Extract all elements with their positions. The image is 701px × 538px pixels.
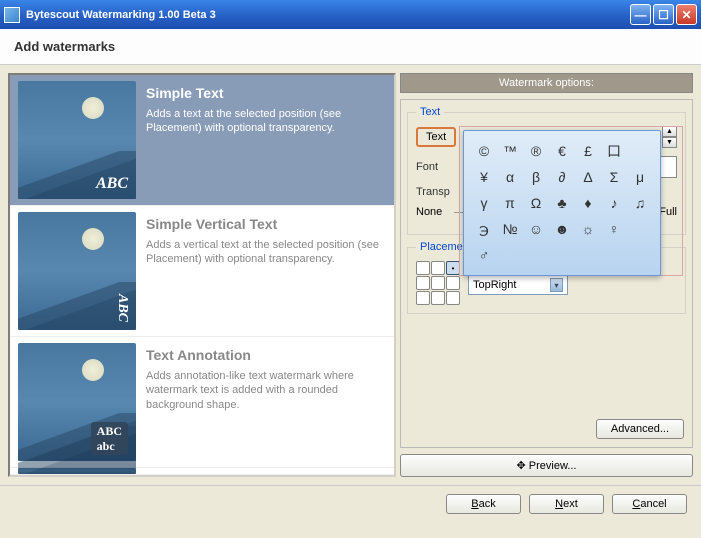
symbol-cell[interactable]: ♣	[550, 191, 574, 215]
symbol-cell[interactable]	[498, 243, 522, 267]
thumb-label: ABC	[96, 175, 128, 193]
transparency-none: None	[416, 206, 442, 218]
pg-mid-right[interactable]	[446, 276, 460, 290]
titlebar: Bytescout Watermarking 1.00 Beta 3 — ☐ ✕	[0, 0, 701, 29]
move-icon: ✥	[517, 460, 526, 472]
symbol-cell[interactable]: ¥	[472, 165, 496, 189]
preview-label: Preview...	[529, 460, 577, 472]
chevron-down-icon[interactable]: ▾	[550, 278, 563, 292]
symbol-cell[interactable]: ℈	[472, 217, 496, 241]
pg-top-right[interactable]: •	[446, 261, 460, 275]
symbol-cell[interactable]	[524, 243, 548, 267]
symbol-cell[interactable]: ®	[524, 139, 548, 163]
symbol-picker[interactable]: ©™®€£口 ¥αβ∂ΔΣμ γπΩ♣♦♪♫ ℈№☺☻☼♀ ♂	[463, 130, 661, 276]
pg-bot-left[interactable]	[416, 291, 430, 305]
symbol-cell[interactable]: Δ	[576, 165, 600, 189]
watermark-item-vertical-text[interactable]: ABC Simple Vertical Text Adds a vertical…	[10, 206, 394, 337]
symbol-cell[interactable]: 口	[602, 139, 626, 163]
symbol-cell[interactable]: ☼	[576, 217, 600, 241]
app-icon	[4, 7, 20, 23]
pg-mid-center[interactable]	[431, 276, 445, 290]
pg-bot-center[interactable]	[431, 291, 445, 305]
placement-value: TopRight	[473, 279, 516, 291]
symbol-cell[interactable]: μ	[628, 165, 652, 189]
pg-bot-right[interactable]	[446, 291, 460, 305]
pg-top-left[interactable]	[416, 261, 430, 275]
symbol-cell[interactable]: ♂	[472, 243, 496, 267]
text-spinner[interactable]: ▲ ▼	[662, 126, 677, 148]
preview-button[interactable]: ✥ Preview...	[400, 454, 693, 477]
symbol-cell[interactable]	[550, 243, 574, 267]
symbol-cell[interactable]: π	[498, 191, 522, 215]
item-desc: Adds a vertical text at the selected pos…	[146, 238, 386, 267]
placement-grid[interactable]: •	[416, 261, 460, 305]
thumbnail	[18, 468, 136, 474]
thumb-label: ABCabc	[91, 422, 128, 455]
symbol-cell[interactable]	[602, 243, 626, 267]
transparency-full: Full	[659, 206, 677, 218]
symbol-cell[interactable]: ♦	[576, 191, 600, 215]
symbol-cell[interactable]	[576, 243, 600, 267]
text-legend: Text	[416, 106, 444, 118]
symbol-cell[interactable]: Σ	[602, 165, 626, 189]
close-button[interactable]: ✕	[676, 4, 697, 25]
symbol-cell[interactable]: β	[524, 165, 548, 189]
symbol-cell[interactable]: €	[550, 139, 574, 163]
symbol-cell[interactable]: ™	[498, 139, 522, 163]
advanced-button[interactable]: Advanced...	[596, 419, 684, 439]
item-title: Simple Text	[146, 81, 386, 101]
symbol-cell[interactable]: ☺	[524, 217, 548, 241]
watermark-list[interactable]: ABC Simple Text Adds a text at the selec…	[8, 73, 396, 477]
symbol-cell[interactable]: Ω	[524, 191, 548, 215]
symbol-cell[interactable]: ♫	[628, 191, 652, 215]
page-title: Add watermarks	[0, 29, 701, 65]
text-button[interactable]: Text	[416, 127, 456, 147]
pg-top-center[interactable]	[431, 261, 445, 275]
item-title: Text Annotation	[146, 343, 386, 363]
thumbnail: ABC	[18, 81, 136, 199]
symbol-cell[interactable]: ∂	[550, 165, 574, 189]
symbol-cell[interactable]: £	[576, 139, 600, 163]
symbol-cell[interactable]	[628, 139, 652, 163]
symbol-cell[interactable]: ☻	[550, 217, 574, 241]
symbol-cell[interactable]: γ	[472, 191, 496, 215]
window-title: Bytescout Watermarking 1.00 Beta 3	[26, 9, 630, 21]
footer: Back Next Cancel	[0, 485, 701, 522]
item-title: Simple Vertical Text	[146, 212, 386, 232]
next-button[interactable]: Next	[529, 494, 604, 514]
symbol-cell[interactable]: ©	[472, 139, 496, 163]
symbol-cell[interactable]: ♪	[602, 191, 626, 215]
pg-mid-left[interactable]	[416, 276, 430, 290]
options-header: Watermark options:	[400, 73, 693, 93]
back-button[interactable]: Back	[446, 494, 521, 514]
minimize-button[interactable]: —	[630, 4, 651, 25]
symbol-cell[interactable]: ♀	[602, 217, 626, 241]
symbol-cell[interactable]	[628, 243, 652, 267]
maximize-button[interactable]: ☐	[653, 4, 674, 25]
spin-up-icon[interactable]: ▲	[662, 126, 677, 137]
watermark-item-partial[interactable]	[10, 468, 394, 475]
thumb-label: ABC	[114, 294, 130, 322]
spin-down-icon[interactable]: ▼	[662, 137, 677, 148]
symbol-cell[interactable]: №	[498, 217, 522, 241]
item-desc: Adds a text at the selected position (se…	[146, 107, 386, 136]
cancel-button[interactable]: Cancel	[612, 494, 687, 514]
symbol-cell[interactable]	[628, 217, 652, 241]
symbol-cell[interactable]: α	[498, 165, 522, 189]
thumbnail: ABC	[18, 212, 136, 330]
watermark-item-simple-text[interactable]: ABC Simple Text Adds a text at the selec…	[10, 75, 394, 206]
placement-combo[interactable]: TopRight ▾	[468, 275, 568, 295]
item-desc: Adds annotation-like text watermark wher…	[146, 369, 386, 412]
